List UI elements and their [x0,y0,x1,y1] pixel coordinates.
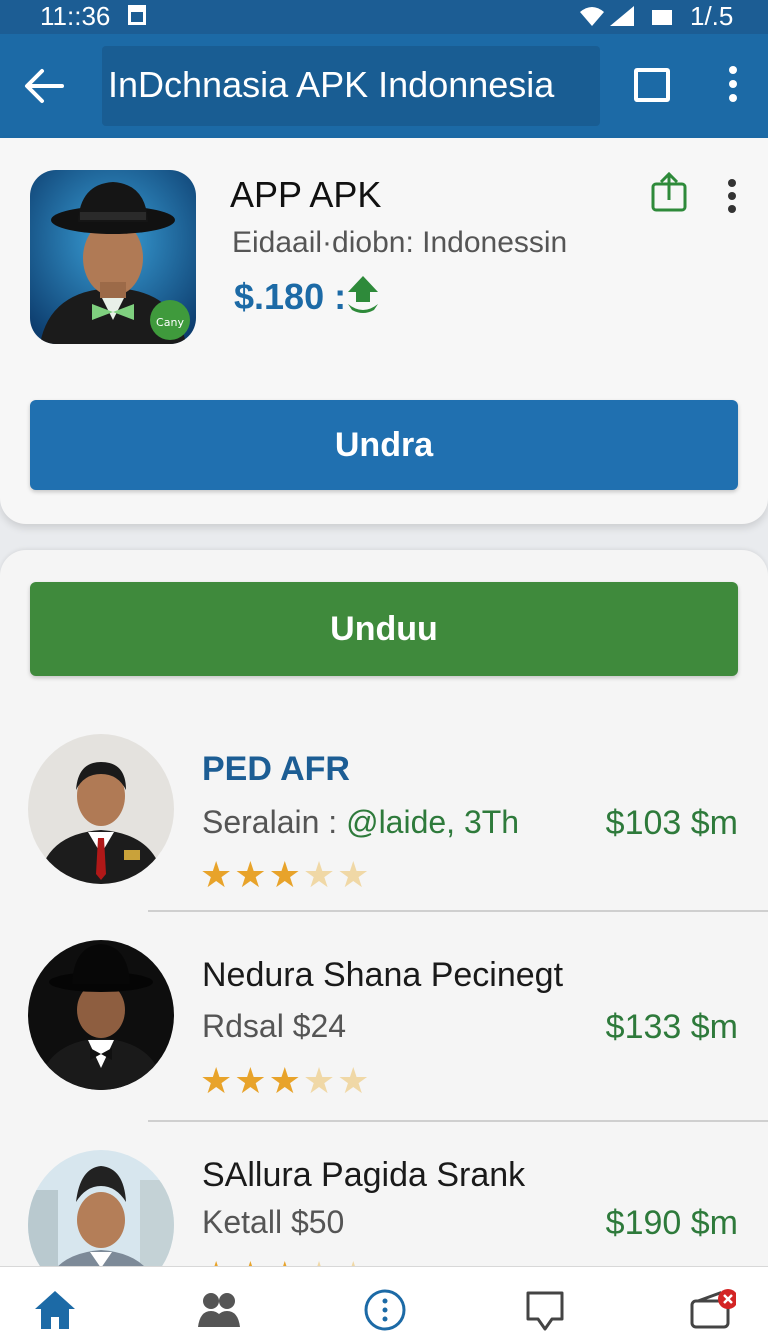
app-bar: InDchnasia APK Indonnesia [0,34,768,138]
item-price: $190 $m [605,1204,738,1242]
star-filled-icon: ★ [234,1060,269,1101]
list-item[interactable]: Nedura Shana Pecinegt Rdsal $24 $133 $m … [0,936,768,1136]
wifi-icon [580,7,604,26]
item-name: PED AFR [202,750,350,788]
battery-icon [652,5,672,25]
chat-icon[interactable] [522,1287,568,1333]
list-card: Unduu PED AFR Seralain : @laide, 3Th $10… [0,550,768,1300]
list-item[interactable]: PED AFR Seralain : @laide, 3Th $103 $m ★… [0,730,768,930]
app-name: APP APK [230,174,382,215]
app-badge-text: Cany [156,316,184,329]
back-arrow-icon[interactable] [22,64,66,108]
star-rating: ★★★★★ [200,1060,371,1102]
app-card: Cany APP APK Eidaail·diobn: Indonessin $… [0,138,768,524]
item-price: $133 $m [605,1008,738,1046]
signal-icon [610,6,634,26]
item-name: Nedura Shana Pecinegt [202,956,564,994]
people-icon[interactable] [196,1287,242,1333]
app-subtitle: Eidaail·diobn: Indonessin [232,226,568,259]
item-subtitle: Rdsal $24 [202,1008,347,1044]
share-icon[interactable] [650,172,688,212]
avatar [28,734,174,884]
divider [148,910,768,912]
divider [148,1120,768,1122]
item-subtitle: Ketall $50 [202,1204,345,1240]
more-vert-icon[interactable] [722,64,744,104]
item-subtitle: Seralain : @laide, 3Th [202,804,520,840]
star-filled-icon: ★ [268,1060,303,1101]
app-price: $.180 : [234,276,347,317]
item-name: SAllura Pagida Srank [202,1156,526,1194]
star-empty-icon: ★ [337,854,372,895]
page-title: InDchnasia APK Indonnesia [108,64,555,105]
item-price: $103 $m [605,804,738,842]
star-filled-icon: ★ [200,1060,235,1101]
star-empty-icon: ★ [302,1060,338,1101]
star-filled-icon: ★ [200,854,235,895]
star-empty-icon: ★ [337,1060,372,1101]
star-filled-icon: ★ [268,854,303,895]
window-icon[interactable] [634,68,670,102]
install-button[interactable]: Undra [30,400,738,490]
home-icon[interactable] [32,1287,78,1333]
download-button[interactable]: Unduu [30,582,738,676]
status-time: 11::36 [40,1,111,31]
avatar [28,940,174,1090]
wallet-icon[interactable] [690,1287,736,1333]
star-filled-icon: ★ [234,854,269,895]
download-arrow-icon [348,276,378,313]
app-icon[interactable]: Cany [30,170,196,344]
info-icon[interactable] [362,1287,408,1333]
sim-icon [128,5,146,25]
card-more-icon[interactable] [722,178,742,214]
bottom-navigation [0,1266,768,1344]
star-empty-icon: ★ [302,854,338,895]
status-bar: 11::36 1/.5 [0,0,768,34]
star-rating: ★★★★★ [200,854,371,896]
battery-text: 1/.5 [690,1,734,31]
